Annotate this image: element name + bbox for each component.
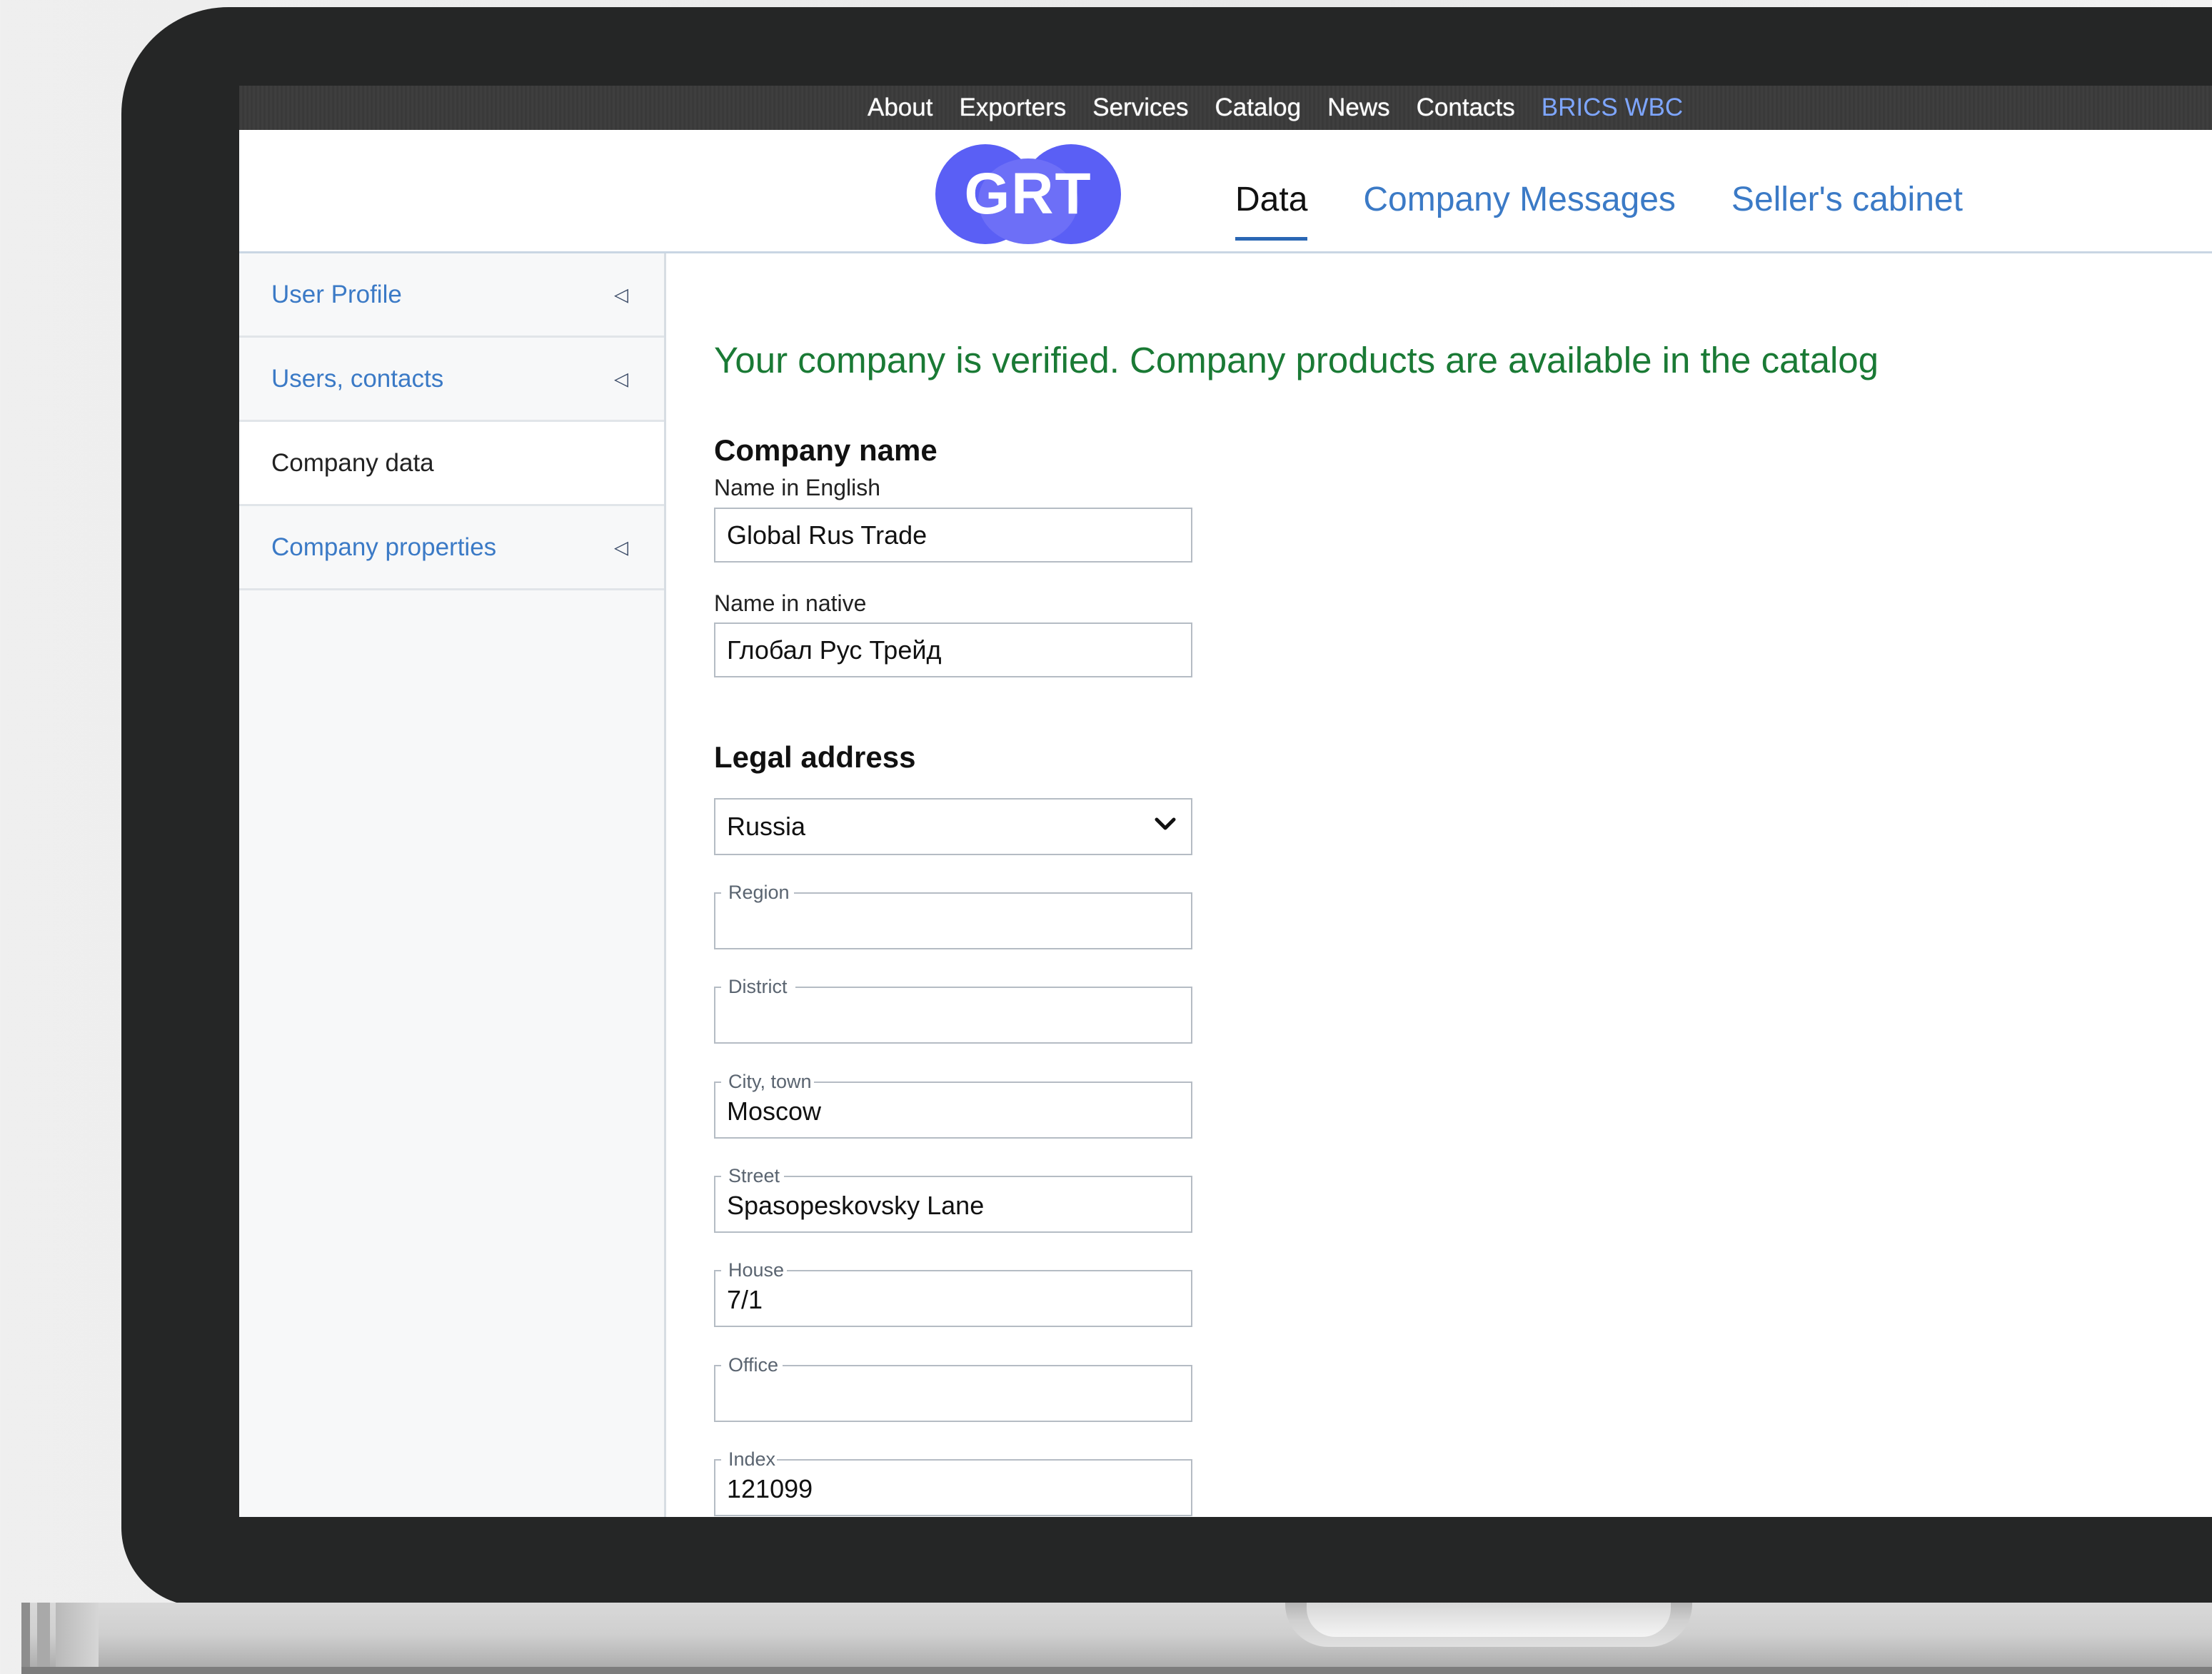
- page-header: GRT Data Company Messages Seller's cabin…: [239, 130, 2212, 253]
- collapse-arrow-icon: ◁: [614, 368, 628, 389]
- tab-company-messages[interactable]: Company Messages: [1363, 180, 1676, 219]
- sidebar-item-company-data[interactable]: Company data: [239, 422, 664, 506]
- name-english-label: Name in English: [714, 475, 880, 500]
- name-native-value: Глобал Рус Трейд: [727, 635, 942, 665]
- grt-logo[interactable]: GRT: [935, 144, 1128, 244]
- nav-exporters[interactable]: Exporters: [959, 94, 1066, 122]
- sidebar-item-label: Users, contacts: [271, 364, 444, 393]
- street-label: Street: [728, 1165, 780, 1186]
- sidebar-item-label: Company properties: [271, 533, 497, 561]
- country-value: Russia: [727, 812, 806, 841]
- sidebar-item-label: User Profile: [271, 280, 402, 308]
- sidebar-item-user-profile[interactable]: User Profile ◁: [239, 253, 664, 338]
- sidebar: User Profile ◁ Users, contacts ◁ Company…: [239, 253, 666, 1517]
- index-label: Index: [728, 1448, 776, 1470]
- laptop-base: [21, 1603, 2212, 1674]
- legal-address-heading: Legal address: [714, 740, 916, 774]
- city-label: City, town: [728, 1071, 812, 1092]
- nav-services[interactable]: Services: [1092, 94, 1188, 122]
- nav-brics-wbc[interactable]: BRICS WBC: [1542, 94, 1683, 122]
- city-field[interactable]: City, town Moscow: [714, 1072, 1192, 1139]
- nav-contacts[interactable]: Contacts: [1417, 94, 1515, 122]
- office-label: Office: [728, 1354, 779, 1376]
- country-select[interactable]: Russia: [714, 798, 1192, 855]
- main-content: Your company is verified. Company produc…: [714, 253, 2142, 1517]
- region-label: Region: [728, 882, 790, 903]
- nav-catalog[interactable]: Catalog: [1215, 94, 1301, 122]
- street-value: Spasopeskovsky Lane: [727, 1191, 985, 1220]
- collapse-arrow-icon: ◁: [614, 536, 628, 558]
- office-field[interactable]: Office: [714, 1355, 1192, 1422]
- tab-data[interactable]: Data: [1235, 180, 1308, 241]
- top-navigation: About Exporters Services Catalog News Co…: [239, 86, 2212, 130]
- name-native-label: Name in native: [714, 590, 867, 616]
- district-field[interactable]: District: [714, 977, 1192, 1044]
- sidebar-item-label: Company data: [271, 448, 434, 477]
- name-english-value: Global Rus Trade: [727, 520, 927, 550]
- browser-screen: About Exporters Services Catalog News Co…: [239, 86, 2212, 1517]
- name-native-input[interactable]: Глобал Рус Трейд: [714, 622, 1192, 677]
- verified-message: Your company is verified. Company produc…: [714, 340, 1879, 380]
- logo-text: GRT: [964, 161, 1092, 226]
- house-label: House: [728, 1259, 785, 1281]
- nav-news[interactable]: News: [1327, 94, 1390, 122]
- laptop-notch: [1285, 1603, 1692, 1647]
- chevron-down-icon: [1155, 817, 1176, 830]
- district-label: District: [728, 976, 788, 997]
- company-name-heading: Company name: [714, 433, 937, 467]
- house-field[interactable]: House 7/1: [714, 1260, 1192, 1327]
- city-value: Moscow: [727, 1096, 822, 1126]
- name-english-input[interactable]: Global Rus Trade: [714, 508, 1192, 563]
- index-field[interactable]: Index 121099: [714, 1449, 1192, 1516]
- house-value: 7/1: [727, 1285, 763, 1314]
- sidebar-item-users-contacts[interactable]: Users, contacts ◁: [239, 338, 664, 422]
- sidebar-item-company-properties[interactable]: Company properties ◁: [239, 506, 664, 590]
- collapse-arrow-icon: ◁: [614, 283, 628, 305]
- street-field[interactable]: Street Spasopeskovsky Lane: [714, 1166, 1192, 1233]
- tab-bar: Data Company Messages Seller's cabinet: [1235, 130, 2019, 251]
- region-field[interactable]: Region: [714, 882, 1192, 949]
- tab-sellers-cabinet[interactable]: Seller's cabinet: [1731, 180, 1963, 219]
- index-value: 121099: [727, 1474, 813, 1503]
- nav-about[interactable]: About: [868, 94, 932, 122]
